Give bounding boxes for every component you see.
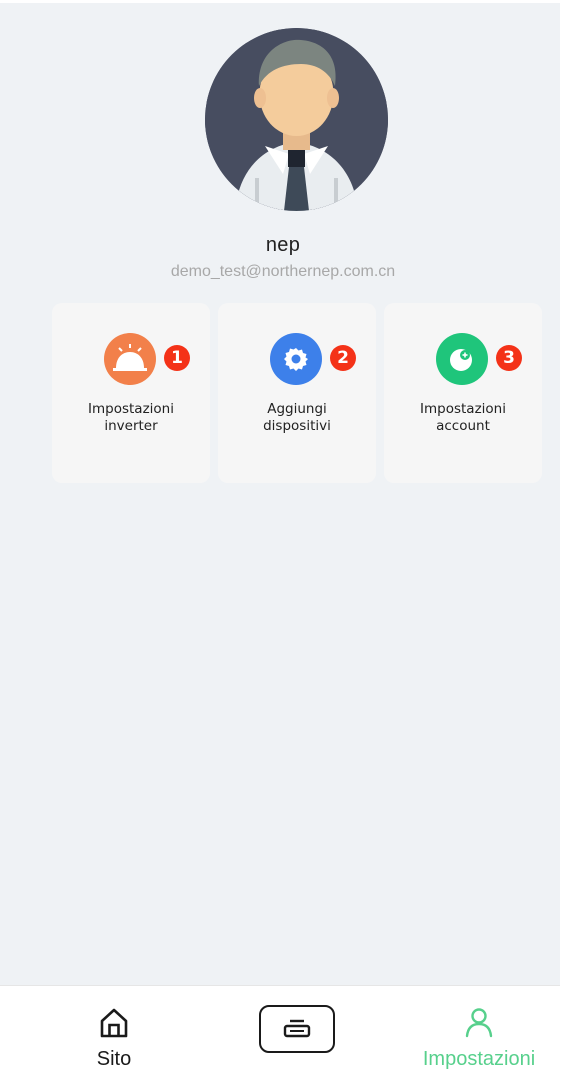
device-button[interactable] bbox=[259, 1005, 335, 1053]
user-email: demo_test@northernep.com.cn bbox=[170, 263, 396, 280]
user-name: nep bbox=[265, 234, 301, 256]
add-devices-tile[interactable]: 2 Aggiungi dispositivi bbox=[218, 303, 376, 483]
tile-label: Aggiungi dispositivi bbox=[263, 401, 331, 434]
settings-screen: nep demo_test@northernep.com.cn 1 Impost… bbox=[0, 0, 566, 1079]
account-settings-tile[interactable]: 3 Impostazioni account bbox=[384, 303, 542, 483]
nav-item-sito[interactable]: Sito bbox=[62, 986, 166, 1079]
user-icon bbox=[462, 1006, 496, 1045]
inverter-settings-tile[interactable]: 1 Impostazioni inverter bbox=[52, 303, 210, 483]
nav-label-sito: Sito bbox=[96, 1048, 132, 1070]
top-edge bbox=[0, 0, 566, 3]
step-badge: 3 bbox=[496, 345, 522, 371]
tile-label: Impostazioni inverter bbox=[88, 401, 174, 434]
step-badge: 1 bbox=[164, 345, 190, 371]
gear-icon bbox=[270, 333, 322, 385]
step-badge: 2 bbox=[330, 345, 356, 371]
device-icon bbox=[283, 1019, 311, 1038]
right-edge bbox=[560, 0, 566, 1079]
sun-icon bbox=[104, 333, 156, 385]
person-avatar-icon bbox=[205, 28, 388, 211]
home-icon bbox=[97, 1006, 131, 1045]
avatar[interactable] bbox=[205, 28, 388, 211]
bottom-nav: Sito Impostazioni bbox=[0, 985, 560, 1079]
account-icon bbox=[436, 333, 488, 385]
nav-item-impostazioni[interactable]: Impostazioni bbox=[404, 986, 554, 1079]
nav-label-impostazioni: Impostazioni bbox=[422, 1048, 536, 1070]
tile-label: Impostazioni account bbox=[420, 401, 506, 434]
